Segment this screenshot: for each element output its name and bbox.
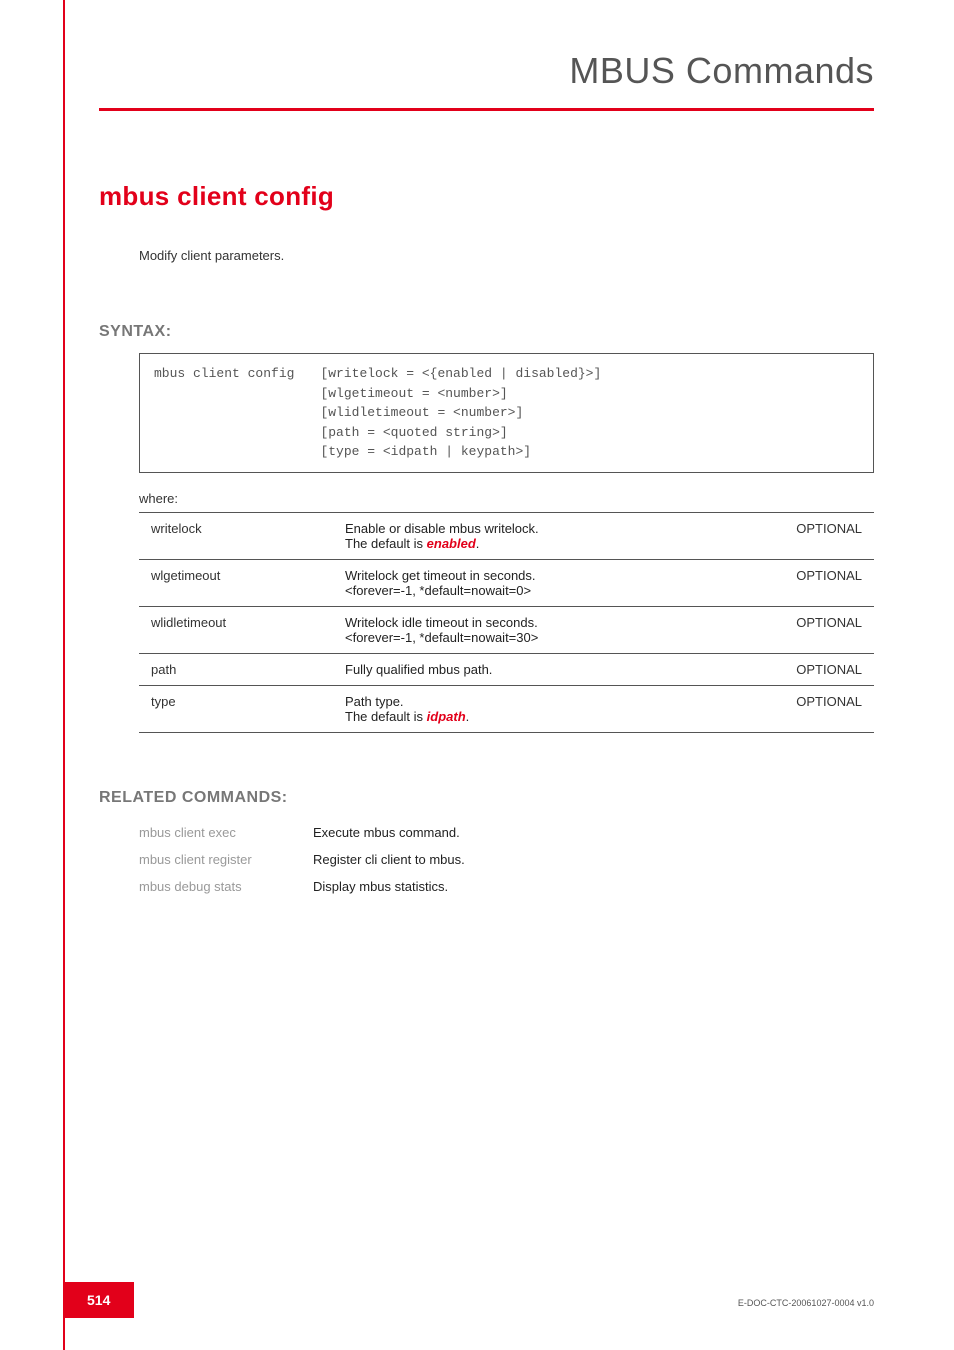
doc-id: E-DOC-CTC-20061027-0004 v1.0 (738, 1298, 874, 1308)
table-row: type Path type. The default is idpath. O… (139, 685, 874, 732)
chapter-title: MBUS Commands (569, 50, 874, 92)
related-desc: Register cli client to mbus. (313, 846, 479, 873)
param-req: OPTIONAL (754, 512, 874, 559)
table-row: mbus client register Register cli client… (139, 846, 479, 873)
command-title: mbus client config (99, 181, 874, 212)
syntax-heading: SYNTAX: (99, 323, 874, 341)
table-row: writelock Enable or disable mbus writelo… (139, 512, 874, 559)
param-desc: Writelock get timeout in seconds. <forev… (333, 559, 754, 606)
syntax-command: mbus client config (154, 364, 294, 462)
param-req: OPTIONAL (754, 606, 874, 653)
table-row: wlgetimeout Writelock get timeout in sec… (139, 559, 874, 606)
related-link[interactable]: mbus client register (139, 846, 313, 873)
param-req: OPTIONAL (754, 559, 874, 606)
table-row: path Fully qualified mbus path. OPTIONAL (139, 653, 874, 685)
table-row: wlidletimeout Writelock idle timeout in … (139, 606, 874, 653)
param-desc: Writelock idle timeout in seconds. <fore… (333, 606, 754, 653)
command-intro: Modify client parameters. (139, 248, 874, 263)
table-row: mbus client exec Execute mbus command. (139, 819, 479, 846)
parameters-table: writelock Enable or disable mbus writelo… (139, 512, 874, 733)
page: MBUS Commands mbus client config Modify … (0, 0, 954, 1350)
related-section: RELATED COMMANDS: mbus client exec Execu… (99, 789, 874, 900)
param-name: path (139, 653, 333, 685)
param-desc: Enable or disable mbus writelock. The de… (333, 512, 754, 559)
related-desc: Execute mbus command. (313, 819, 479, 846)
syntax-args: [writelock = <{enabled | disabled}>] [wl… (320, 364, 601, 462)
syntax-box: mbus client config [writelock = <{enable… (139, 353, 874, 473)
related-heading: RELATED COMMANDS: (99, 789, 874, 807)
param-name: writelock (139, 512, 333, 559)
where-label: where: (139, 491, 874, 506)
related-link[interactable]: mbus client exec (139, 819, 313, 846)
param-name: type (139, 685, 333, 732)
table-row: mbus debug stats Display mbus statistics… (139, 873, 479, 900)
related-table: mbus client exec Execute mbus command. m… (139, 819, 479, 900)
param-req: OPTIONAL (754, 685, 874, 732)
related-link[interactable]: mbus debug stats (139, 873, 313, 900)
param-name: wlgetimeout (139, 559, 333, 606)
param-desc: Fully qualified mbus path. (333, 653, 754, 685)
page-header: MBUS Commands (99, 50, 874, 111)
param-name: wlidletimeout (139, 606, 333, 653)
left-rule (63, 0, 65, 1350)
page-number: 514 (63, 1282, 134, 1318)
param-desc: Path type. The default is idpath. (333, 685, 754, 732)
param-req: OPTIONAL (754, 653, 874, 685)
related-desc: Display mbus statistics. (313, 873, 479, 900)
